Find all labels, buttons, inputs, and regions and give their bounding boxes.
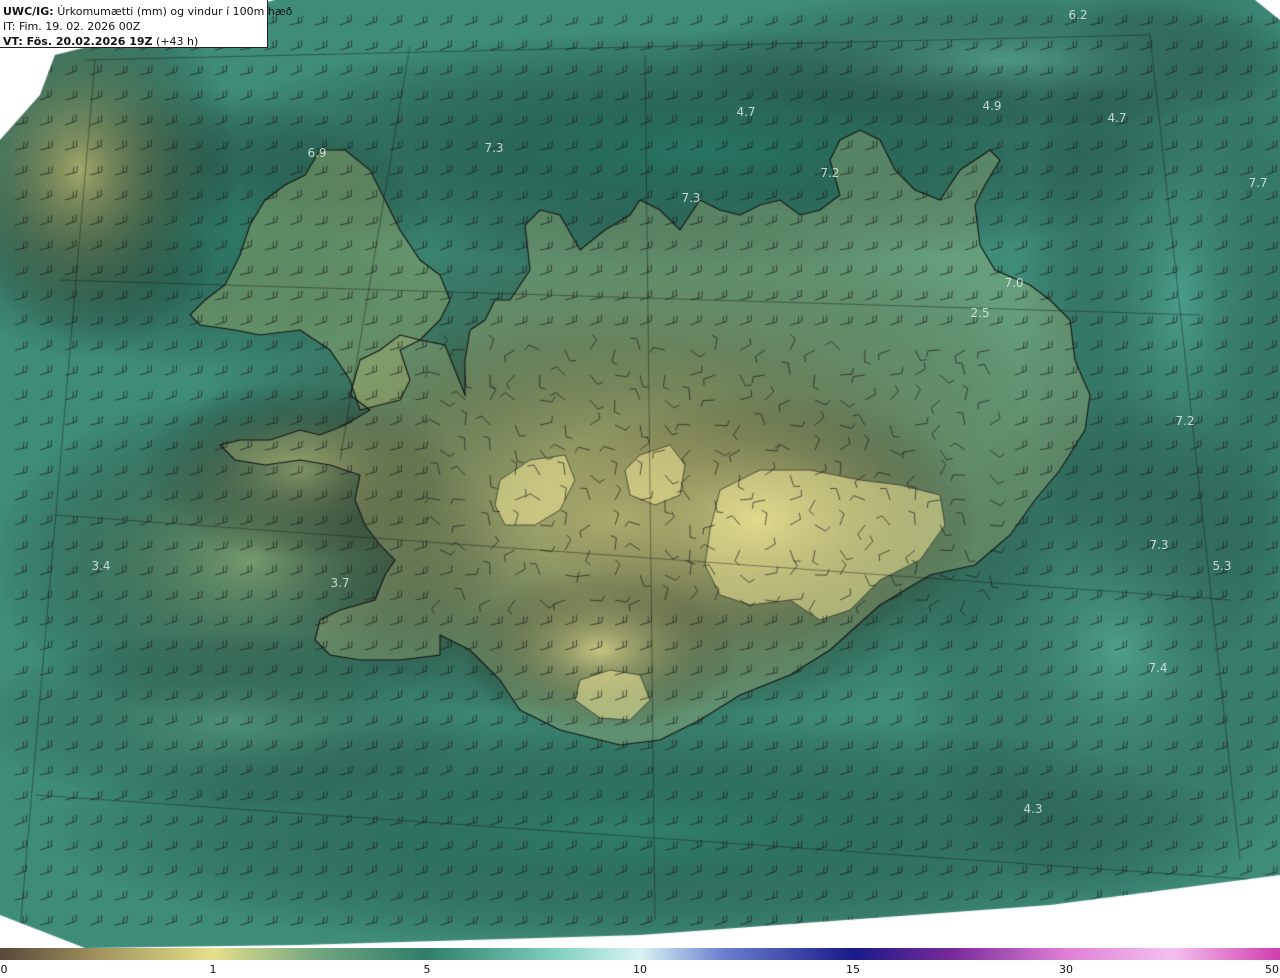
init-time: IT: Fim. 19. 02. 2026 00Z: [3, 20, 141, 33]
map-info-box: UWC/IG: Úrkomumætti (mm) og vindur í 100…: [0, 0, 292, 49]
precipitation-wind-map: [0, 0, 1280, 948]
colorbar-tick-label: 30: [1059, 963, 1073, 976]
product-code: UWC/IG:: [3, 5, 54, 18]
colorbar-gradient: [0, 948, 1280, 960]
colorbar-tick-label: 15: [846, 963, 860, 976]
valid-time: VT: Fös. 20.02.2026 19Z: [3, 35, 153, 48]
colorbar-tick-label: 1: [209, 963, 217, 976]
colorbar-tick-label: 5: [423, 963, 431, 976]
colorbar-tick-label: 10: [633, 963, 647, 976]
valid-time-row: VT: Fös. 20.02.2026 19Z (+43 h): [3, 34, 267, 49]
title-row: UWC/IG: Úrkomumætti (mm) og vindur í 100…: [3, 4, 292, 19]
map-title: Úrkomumætti (mm) og vindur í 100m hæð: [57, 5, 293, 18]
lead-time: (+43 h): [156, 35, 199, 48]
colorbar-legend: 0 1 5 10 15 30 50: [0, 948, 1280, 978]
colorbar-tick-label: 0: [0, 963, 8, 976]
colorbar-tick-label: 50: [1265, 963, 1279, 976]
